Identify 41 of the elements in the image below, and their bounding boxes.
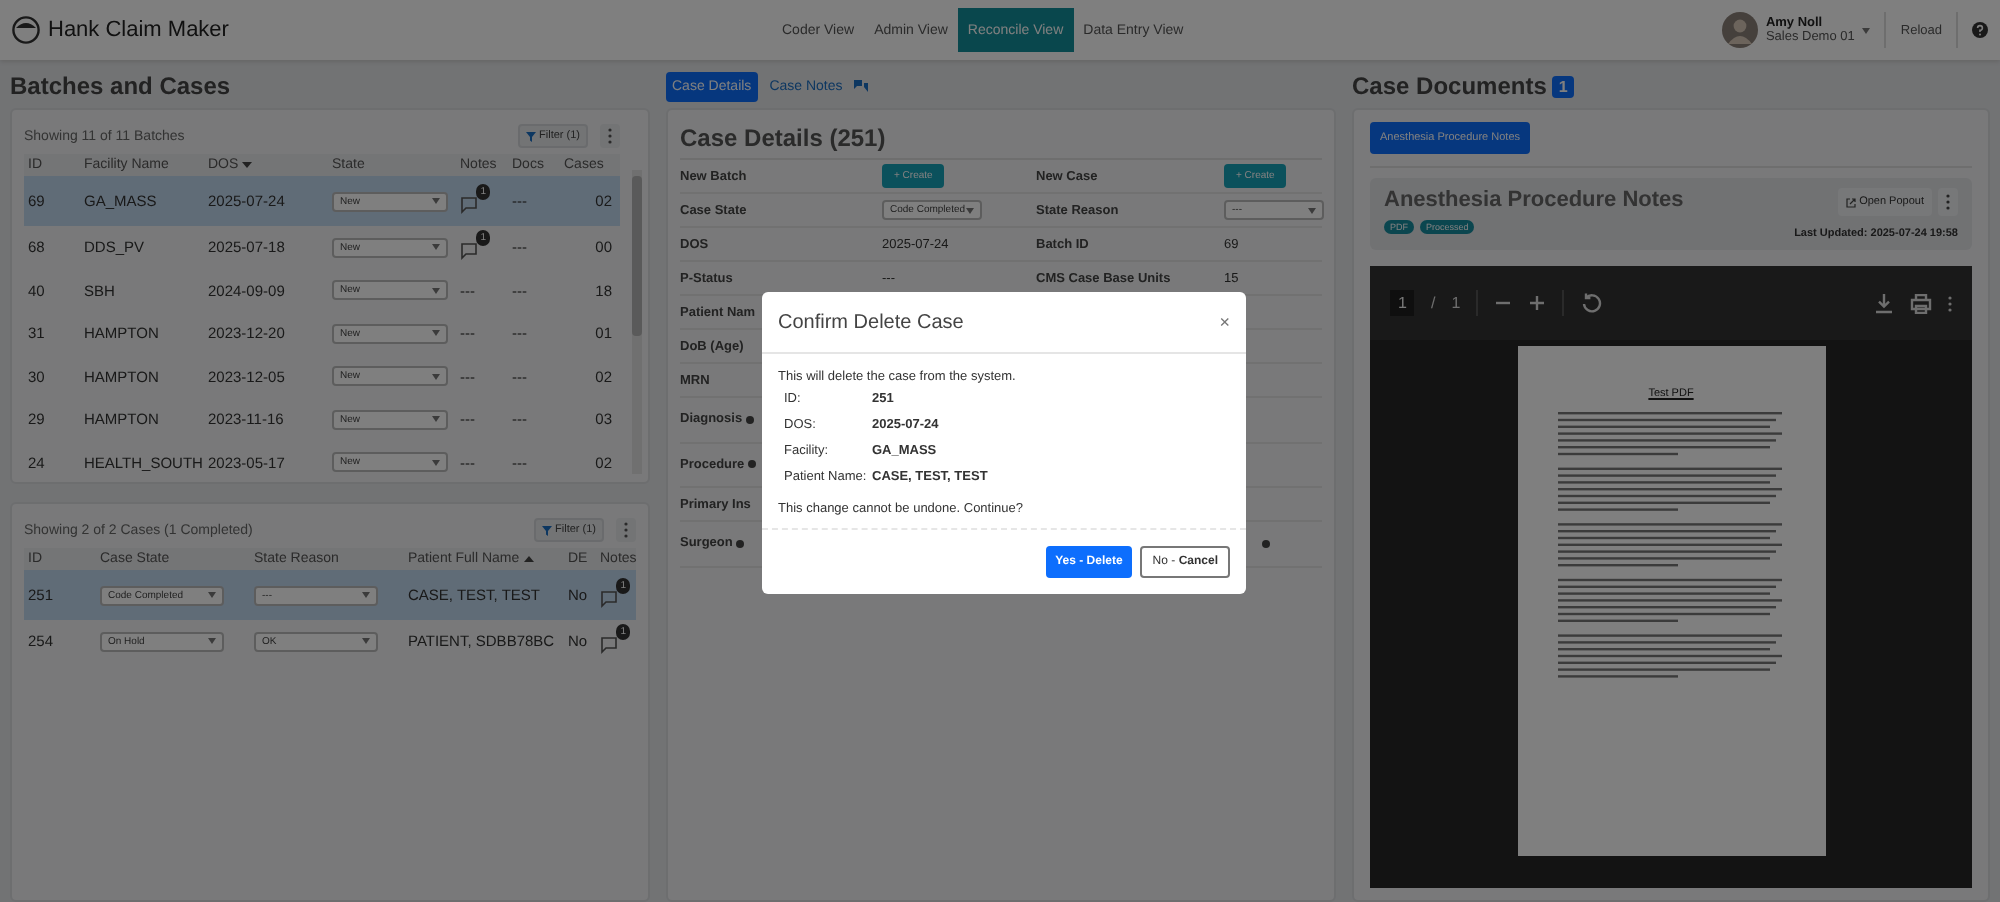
speech-bubble-icon: [460, 196, 478, 214]
page-number-field[interactable]: 1: [1390, 290, 1415, 316]
caret-icon: [1308, 207, 1316, 213]
close-button[interactable]: ×: [1219, 312, 1230, 332]
print-icon[interactable]: [1910, 293, 1932, 313]
document-title: Anesthesia Procedure Notes: [1384, 188, 1684, 212]
scrollbar[interactable]: [632, 170, 642, 474]
caret-icon: [362, 592, 370, 598]
speech-bubble-icon: [600, 590, 618, 608]
dialog-title: Confirm Delete Case: [778, 311, 964, 333]
caret-icon: [432, 416, 440, 423]
download-icon[interactable]: [1874, 293, 1894, 313]
caret-icon: [1862, 27, 1871, 33]
count-badge: 1: [1552, 75, 1574, 97]
avatar-icon[interactable]: [1721, 12, 1758, 48]
app-title: Hank Claim Maker: [48, 18, 229, 42]
filter-icon: [541, 525, 552, 535]
section-title: Case Documents: [1352, 72, 1547, 100]
caret-icon: [432, 459, 440, 466]
filter-icon: [525, 131, 536, 141]
zoom-in-icon[interactable]: [1528, 294, 1547, 312]
page-count: 1: [1451, 294, 1461, 312]
external-link-icon: [1845, 197, 1856, 207]
rotate-icon[interactable]: [1580, 292, 1603, 314]
caret-icon: [432, 373, 440, 380]
section-title: Batches and Cases: [10, 70, 233, 104]
comments-icon[interactable]: [854, 80, 869, 92]
caret-icon: [432, 330, 440, 337]
page-separator: /: [1430, 294, 1436, 312]
caret-icon: [432, 244, 440, 251]
caret-icon: [966, 207, 974, 213]
help-icon[interactable]: [1972, 22, 1988, 38]
caret-icon: [208, 638, 216, 645]
caret-icon: [432, 287, 440, 294]
panel-title: Case Details (251): [680, 118, 1322, 160]
caret-icon: [432, 198, 440, 204]
caret-icon: [362, 638, 370, 645]
speech-bubble-icon: [600, 636, 618, 655]
speech-bubble-icon: [460, 242, 478, 261]
caret-icon: [208, 592, 216, 598]
logo-icon: [12, 16, 40, 44]
